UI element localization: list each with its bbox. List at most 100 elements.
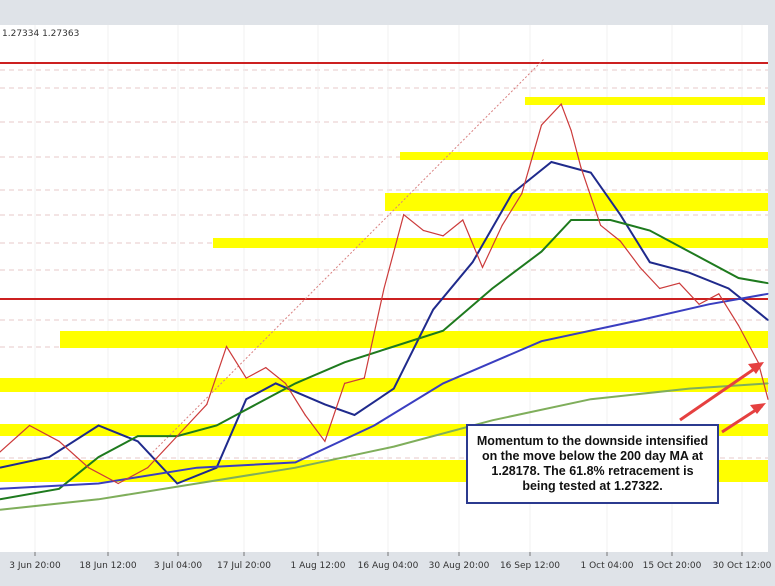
series-point [97,456,100,458]
series-point [472,261,474,263]
series-point [491,287,493,290]
series-point [609,219,612,221]
series-point [718,293,720,295]
series-point [393,388,395,390]
series-point [48,456,50,458]
x-tick-label: 16 Sep 12:00 [500,561,560,571]
series-point [659,287,661,290]
series-point [88,467,90,469]
series-point [97,482,100,485]
series-point [688,272,690,274]
x-tick-label: 1 Aug 12:00 [291,561,346,571]
series-point [353,414,356,416]
series-point [737,324,740,326]
series-point [403,214,405,216]
series-point [698,303,700,305]
series-point [639,319,641,321]
series-point [255,403,257,405]
zone-band [400,152,768,160]
series-point [206,403,208,405]
series-point [304,414,306,416]
series-point [58,440,60,442]
series-point [590,398,592,400]
zone-band [385,193,768,211]
series-point [176,435,178,437]
series-point [580,166,582,168]
x-tick-label: 18 Jun 12:00 [79,561,136,571]
series-point [442,382,444,384]
series-point [393,446,395,448]
series-point [442,330,444,332]
annotation-text: Momentum to the downside intensified on … [476,434,709,493]
series-point [540,124,543,126]
series-point [294,461,296,463]
series-point [97,498,100,500]
series-point [560,103,562,105]
series-point [767,398,769,400]
x-tick-label: 30 Oct 12:00 [713,561,772,571]
series-point [432,309,434,311]
series-point [344,382,346,384]
zone-band [213,238,768,248]
series-point [511,193,513,195]
series-point [137,440,139,442]
series-point [275,382,277,384]
series-point [619,214,621,216]
x-tick-label: 30 Aug 20:00 [429,561,490,571]
series-point [216,424,218,427]
series-point [176,482,178,485]
series-point [383,287,385,290]
series-point [442,235,444,237]
series-point [462,219,464,221]
series-point [649,229,651,232]
series-point [600,224,602,226]
series-point [540,340,543,342]
series-point [737,277,740,279]
series-point [688,388,690,390]
series-point [324,403,326,405]
series-point [245,398,247,400]
series-point [728,287,730,290]
series-point [294,467,296,469]
x-tick-label: 3 Jul 04:00 [154,561,203,571]
series-point [97,424,100,427]
x-tick-label: 17 Jul 20:00 [217,561,271,571]
series-point [196,467,198,469]
series-point [550,161,553,163]
series-point [225,345,228,348]
series-point [590,172,592,174]
series-point [324,440,326,442]
series-point [344,361,346,363]
series-point [767,382,769,384]
zone-band [0,378,768,392]
series-point [767,319,769,321]
series-point [491,419,493,421]
annotation-box: Momentum to the downside intensified on … [466,424,719,504]
series-point [619,240,621,242]
series-point [196,482,198,485]
series-point [540,251,543,253]
series-point [678,282,681,284]
series-point [501,224,503,226]
series-point [117,482,119,485]
series-point [422,229,424,232]
x-tick-label: 15 Oct 20:00 [643,561,702,571]
series-point [767,293,769,295]
series-point [58,488,60,490]
chart-window: 3 Jun 20:00 18 Jun 12:00 3 Jul 04:00 17 Jul… [0,0,775,581]
series-point [147,467,149,469]
series-point [639,266,641,268]
series-point [28,424,31,427]
series-point [137,435,139,437]
series-point [767,282,769,284]
series-point [393,345,395,348]
series-point [570,219,572,221]
series-point [649,261,651,263]
series-point [245,377,247,379]
x-tick-label: 1 Oct 04:00 [581,561,634,571]
series-point [265,367,267,369]
series-point [688,251,690,253]
x-tick-label: 3 Jun 20:00 [9,561,61,571]
price-readout: 1.27334 1.27363 [2,29,79,39]
series-point [570,129,572,131]
